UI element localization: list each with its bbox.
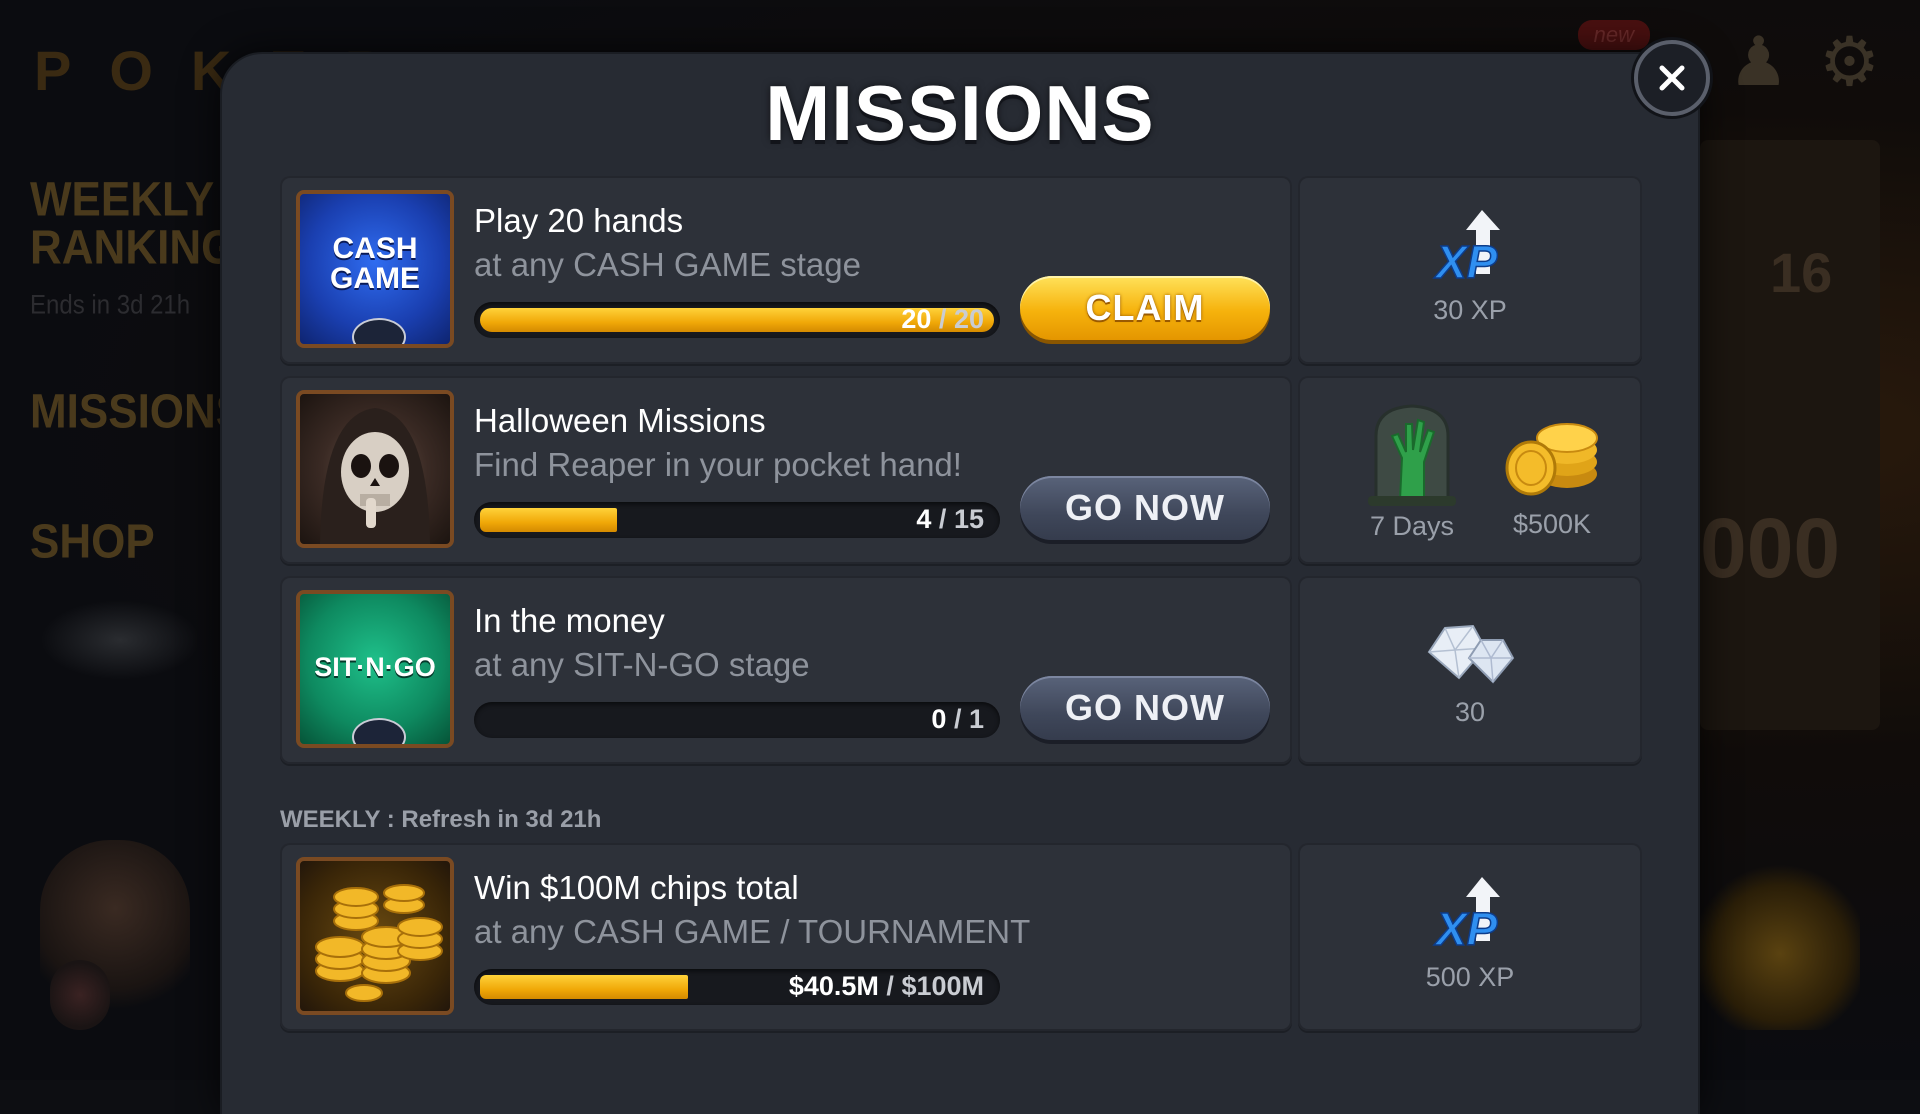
reward-item: XP 30 XP: [1298, 204, 1642, 326]
progress-sep: /: [953, 704, 962, 734]
bg-menu-shop: SHOP: [30, 514, 155, 569]
mission-subtitle: Find Reaper in your pocket hand!: [474, 446, 962, 483]
bg-new-badge: new: [1577, 20, 1650, 50]
progress-total: $100M: [901, 971, 984, 1001]
mission-subtitle: at any SIT-N-GO stage: [474, 646, 810, 683]
progress-text: 0 / 1: [931, 704, 984, 735]
progress-bar: 0 / 1: [474, 702, 1000, 738]
diamonds-icon: [1427, 624, 1515, 684]
mission-title: Play 20 hands: [474, 202, 684, 239]
reward-card: 30: [1298, 576, 1642, 764]
progress-current: $40.5M: [788, 971, 879, 1001]
progress-text: 4 / 15: [916, 504, 984, 535]
coin-stacks-icon: [315, 884, 443, 1002]
reward-label: 30: [1454, 697, 1486, 727]
xp-icon: XP: [1432, 210, 1500, 289]
sit-n-go-icon: SIT·N·GO: [296, 590, 454, 748]
gold-coins-icon: [296, 857, 454, 1015]
mission-row: SIT·N·GO In the money at any SIT-N-GO st…: [280, 576, 1642, 764]
reward-item: 7 Days: [1342, 396, 1482, 542]
progress-sep: /: [886, 971, 894, 1001]
progress-total: 15: [953, 504, 984, 534]
bg-big-number: 000: [1700, 501, 1841, 595]
reward-label: 500 XP: [1425, 962, 1515, 992]
chips-icon: [1505, 423, 1598, 496]
progress-current: 20: [901, 304, 932, 334]
close-icon: [1659, 65, 1685, 91]
mission-row: Halloween Missions Find Reaper in your p…: [280, 376, 1642, 564]
mission-subtitle: at any CASH GAME / TOURNAMENT: [474, 913, 1031, 950]
bg-diamonds-icon: [40, 600, 200, 680]
mission-card: CASH GAME Play 20 hands at any CASH GAME…: [280, 176, 1292, 364]
mission-subtitle: at any CASH GAME stage: [474, 246, 861, 283]
bg-flag-icon: [50, 960, 110, 1030]
claim-button[interactable]: CLAIM: [1020, 276, 1270, 340]
thumb-label: SIT·N·GO: [314, 652, 436, 682]
modal-title: MISSIONS: [765, 69, 1155, 157]
weekly-section-label: WEEKLY : Refresh in 3d 21h: [280, 806, 602, 833]
progress-current: 0: [931, 704, 947, 734]
cash-game-icon: CASH GAME: [296, 190, 454, 348]
progress-bar: 4 / 15: [474, 502, 1000, 538]
reward-card: 7 Days $500K: [1298, 376, 1642, 564]
mission-row: CASH GAME Play 20 hands at any CASH GAME…: [280, 176, 1642, 364]
reward-label: 7 Days: [1369, 511, 1455, 541]
reaper-icon: [296, 390, 454, 548]
mission-card: Win $100M chips total at any CASH GAME /…: [280, 843, 1292, 1031]
mission-card: Halloween Missions Find Reaper in your p…: [280, 376, 1292, 564]
mission-title: In the money: [474, 602, 665, 639]
progress-sep: /: [938, 304, 947, 334]
reward-item: 30: [1298, 612, 1642, 728]
close-button[interactable]: [1634, 40, 1710, 116]
bg-top-icons: ♟ ⚙: [1728, 28, 1880, 96]
bg-menu-ends: Ends in 3d 21h: [30, 290, 191, 321]
progress-total: 1: [968, 704, 984, 734]
progress-text: 20 / 20: [901, 304, 984, 335]
go-now-button[interactable]: GO NOW: [1020, 676, 1270, 740]
mission-title: Halloween Missions: [474, 402, 766, 439]
progress-fill: [480, 975, 688, 999]
reward-item: XP 500 XP: [1298, 871, 1642, 993]
progress-fill: [480, 508, 617, 532]
progress-current: 4: [916, 504, 932, 534]
go-now-button[interactable]: GO NOW: [1020, 476, 1270, 540]
progress-bar: 20 / 20: [474, 302, 1000, 338]
bg-menu-weekly: WEEKLY: [30, 172, 215, 227]
bg-coins-icon: [1700, 860, 1860, 1030]
reward-card: XP 30 XP: [1298, 176, 1642, 364]
svg-text:XP: XP: [1433, 903, 1498, 955]
progress-text: $40.5M / $100M: [789, 971, 984, 1002]
bg-right-panel: 16: [1700, 140, 1880, 730]
reward-item: $500K: [1482, 404, 1622, 540]
xp-icon: XP: [1432, 877, 1500, 956]
poker-chip-icon: [352, 718, 406, 744]
svg-text:XP: XP: [1433, 236, 1498, 288]
poker-chip-icon: [352, 318, 406, 344]
zombie-hand-icon: [1368, 404, 1456, 506]
mission-card: SIT·N·GO In the money at any SIT-N-GO st…: [280, 576, 1292, 764]
mission-row: Win $100M chips total at any CASH GAME /…: [280, 843, 1642, 1031]
progress-total: 20: [953, 304, 984, 334]
skull-icon: [320, 408, 430, 544]
reward-label: $500K: [1512, 509, 1592, 539]
progress-sep: /: [938, 504, 947, 534]
reward-card: XP 500 XP: [1298, 843, 1642, 1031]
progress-bar: $40.5M / $100M: [474, 969, 1000, 1005]
bg-right-number: 16: [1770, 241, 1833, 304]
reward-label: 30 XP: [1433, 295, 1507, 325]
thumb-label: CASH GAME: [330, 232, 420, 295]
mission-title: Win $100M chips total: [474, 869, 799, 906]
add-friend-icon: ♟: [1728, 24, 1790, 100]
gear-icon: ⚙: [1819, 24, 1880, 100]
bg-menu-missions: MISSIONS: [30, 384, 246, 439]
